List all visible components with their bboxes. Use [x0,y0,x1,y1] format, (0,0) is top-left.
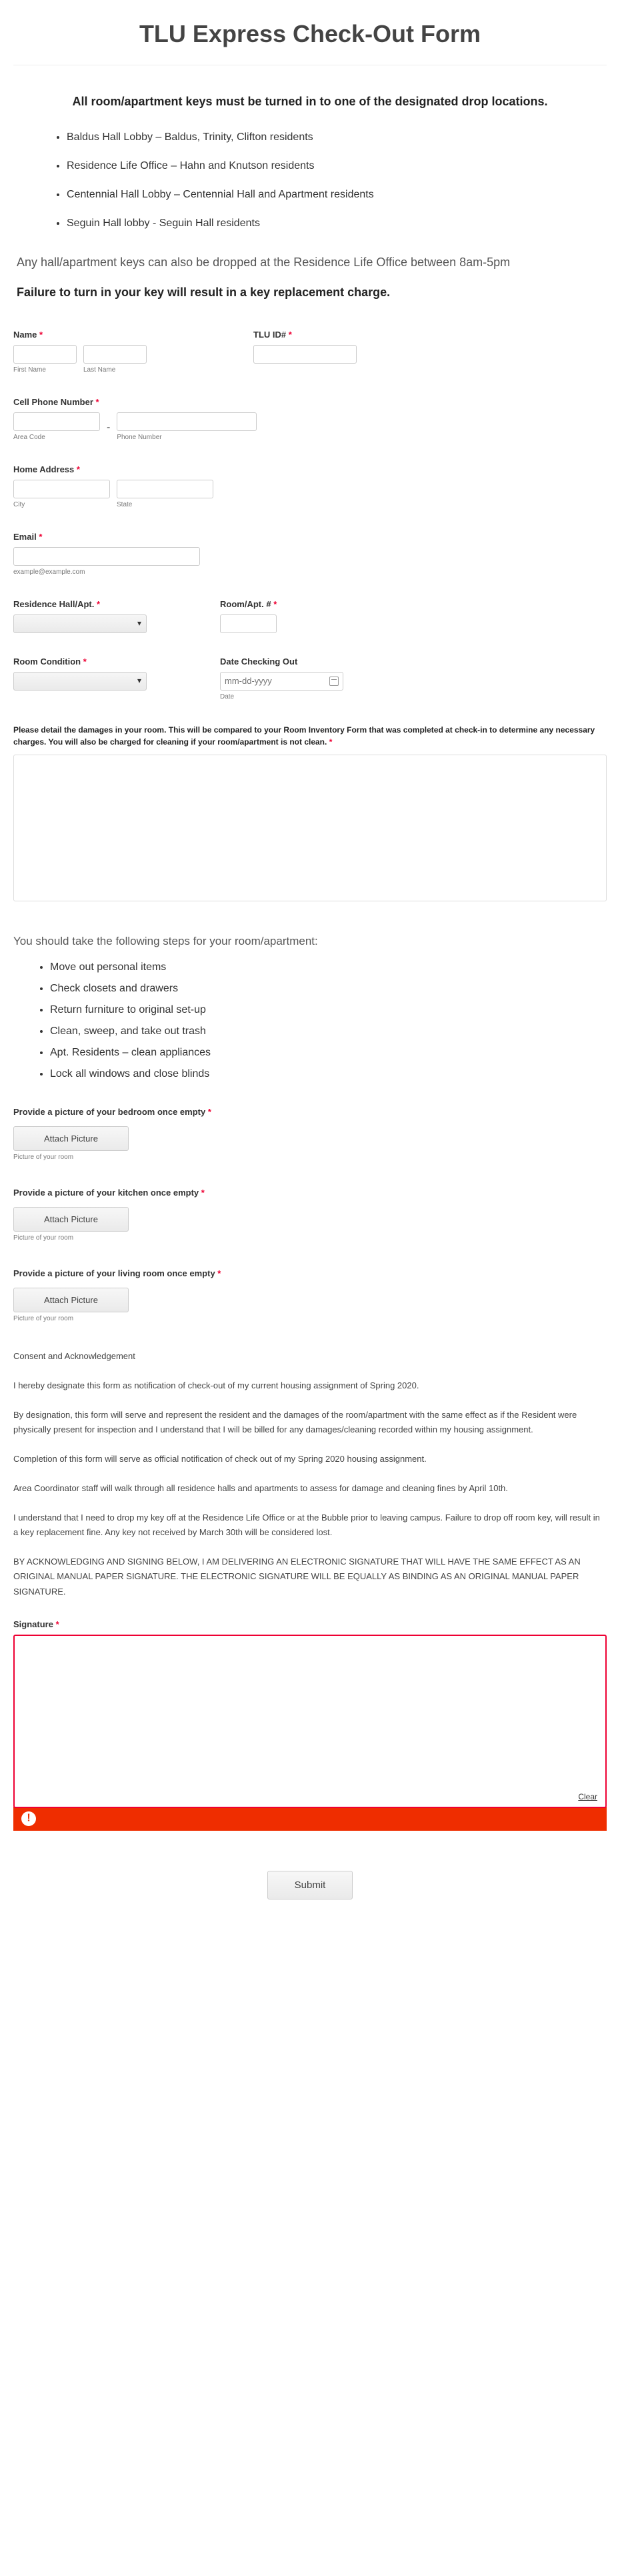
step-item: Move out personal items [50,961,607,973]
consent-block: Consent and Acknowledgement I hereby des… [13,1349,607,1599]
failure-note: Failure to turn in your key will result … [17,286,603,300]
signature-label: Signature * [13,1619,607,1629]
date-sublabel: Date [220,693,343,701]
phone-dash: - [107,419,110,434]
drop-location-item: Residence Life Office – Hahn and Knutson… [67,160,607,172]
error-icon [21,1811,36,1826]
damage-textarea[interactable] [13,755,607,901]
home-address-label: Home Address * [13,464,213,474]
residence-hall-label: Residence Hall/Apt. * [13,599,187,609]
drop-location-item: Seguin Hall lobby - Seguin Hall resident… [67,218,607,230]
upload-kitchen-label: Provide a picture of your kitchen once e… [13,1188,607,1198]
consent-para: Completion of this form will serve as of… [13,1452,607,1466]
step-item: Apt. Residents – clean appliances [50,1047,607,1059]
form-container: TLU Express Check-Out Form All room/apar… [13,20,607,1913]
damage-label: Please detail the damages in your room. … [13,724,607,748]
calendar-icon[interactable] [329,677,339,686]
submit-button[interactable]: Submit [267,1871,353,1899]
consent-para: Area Coordinator staff will walk through… [13,1481,607,1496]
office-note: Any hall/apartment keys can also be drop… [17,253,603,272]
consent-para: BY ACKNOWLEDGING AND SIGNING BELOW, I AM… [13,1555,607,1599]
attach-kitchen-button[interactable]: Attach Picture [13,1207,129,1232]
room-number-label: Room/Apt. # * [220,599,277,609]
step-item: Clean, sweep, and take out trash [50,1025,607,1037]
last-name-sublabel: Last Name [83,366,147,374]
phone-number-sublabel: Phone Number [117,434,257,441]
date-out-label: Date Checking Out [220,657,343,667]
room-number-input[interactable] [220,614,277,633]
email-input[interactable] [13,547,200,566]
intro-text: All room/apartment keys must be turned i… [33,92,587,111]
attach-living-button[interactable]: Attach Picture [13,1288,129,1312]
signature-error-bar [13,1807,607,1831]
upload-living-label: Provide a picture of your living room on… [13,1268,607,1278]
upload-bedroom-label: Provide a picture of your bedroom once e… [13,1107,607,1117]
step-item: Check closets and drawers [50,983,607,995]
page-title: TLU Express Check-Out Form [13,20,607,65]
first-name-input[interactable] [13,345,77,364]
city-input[interactable] [13,480,110,498]
upload-bedroom-hint: Picture of your room [13,1154,607,1161]
consent-title: Consent and Acknowledgement [13,1349,607,1364]
drop-location-list: Baldus Hall Lobby – Baldus, Trinity, Cli… [13,131,607,230]
room-condition-select[interactable] [13,672,147,691]
consent-para: I understand that I need to drop my key … [13,1511,607,1540]
city-sublabel: City [13,501,110,508]
attach-bedroom-button[interactable]: Attach Picture [13,1126,129,1151]
email-label: Email * [13,532,200,542]
phone-number-input[interactable] [117,412,257,431]
date-out-input[interactable] [225,676,329,686]
residence-hall-select[interactable] [13,614,147,633]
state-sublabel: State [117,501,213,508]
state-input[interactable] [117,480,213,498]
date-out-field[interactable] [220,672,343,691]
first-name-sublabel: First Name [13,366,77,374]
area-code-sublabel: Area Code [13,434,100,441]
consent-para: I hereby designate this form as notifica… [13,1378,607,1393]
clear-signature-link[interactable]: Clear [578,1792,597,1801]
tlu-id-input[interactable] [253,345,357,364]
consent-para: By designation, this form will serve and… [13,1408,607,1437]
tlu-id-label: TLU ID# * [253,330,357,340]
last-name-input[interactable] [83,345,147,364]
steps-heading: You should take the following steps for … [13,935,607,948]
area-code-input[interactable] [13,412,100,431]
email-hint: example@example.com [13,568,200,576]
name-label: Name * [13,330,220,340]
room-condition-label: Room Condition * [13,657,187,667]
steps-list: Move out personal items Check closets an… [13,961,607,1080]
step-item: Return furniture to original set-up [50,1004,607,1016]
upload-kitchen-hint: Picture of your room [13,1234,607,1242]
drop-location-item: Centennial Hall Lobby – Centennial Hall … [67,189,607,201]
cell-phone-label: Cell Phone Number * [13,397,257,407]
drop-location-item: Baldus Hall Lobby – Baldus, Trinity, Cli… [67,131,607,143]
step-item: Lock all windows and close blinds [50,1068,607,1080]
signature-pad[interactable]: Clear [13,1635,607,1808]
upload-living-hint: Picture of your room [13,1315,607,1322]
